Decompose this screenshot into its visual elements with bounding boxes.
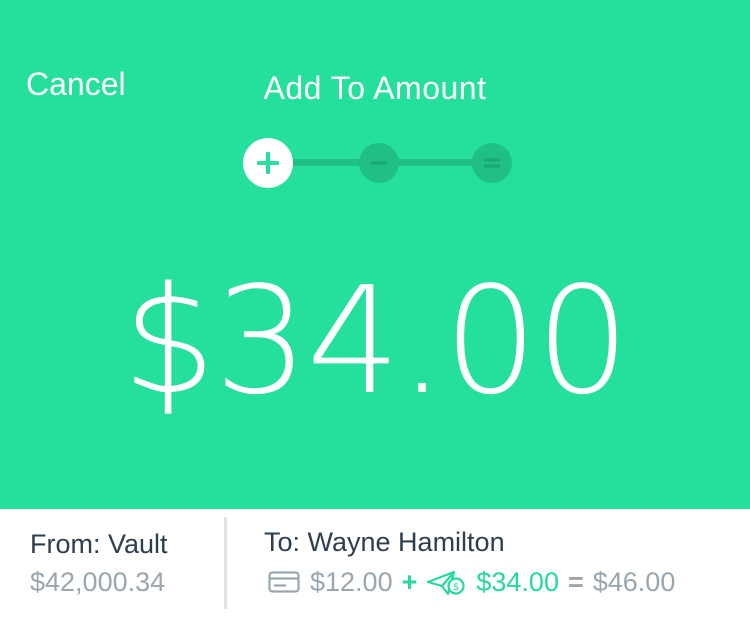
- from-account-balance: $42,000.34: [30, 567, 166, 597]
- equals-icon: [484, 158, 500, 168]
- from-account-label[interactable]: From: Vault: [30, 529, 168, 560]
- amount-display: $34.00: [122, 255, 630, 427]
- step-add[interactable]: [243, 138, 293, 188]
- amount-panel: Cancel Add To Amount $34.00: [0, 0, 750, 509]
- to-recipient-label[interactable]: To: Wayne Hamilton: [264, 527, 505, 558]
- transfer-summary: From: Vault $42,000.34 To: Wayne Hamilto…: [0, 509, 750, 629]
- base-amount: $12.00: [310, 566, 393, 597]
- step-equals[interactable]: [472, 143, 512, 183]
- plus-icon: [257, 152, 279, 174]
- credit-card-icon: [268, 570, 300, 594]
- step-indicator: [243, 138, 513, 188]
- added-amount: $34.00: [476, 566, 559, 597]
- minus-icon: [371, 161, 387, 165]
- plus-sign: +: [401, 566, 418, 597]
- amount-calculation: $12.00 + $ $34.00 = $46.00: [268, 565, 675, 599]
- equals-sign: =: [567, 566, 584, 597]
- svg-text:$: $: [453, 582, 459, 593]
- total-amount: $46.00: [592, 566, 676, 597]
- step-subtract[interactable]: [359, 143, 399, 183]
- money-send-icon: $: [426, 568, 466, 596]
- page-title: Add To Amount: [263, 70, 487, 106]
- divider: [224, 517, 227, 609]
